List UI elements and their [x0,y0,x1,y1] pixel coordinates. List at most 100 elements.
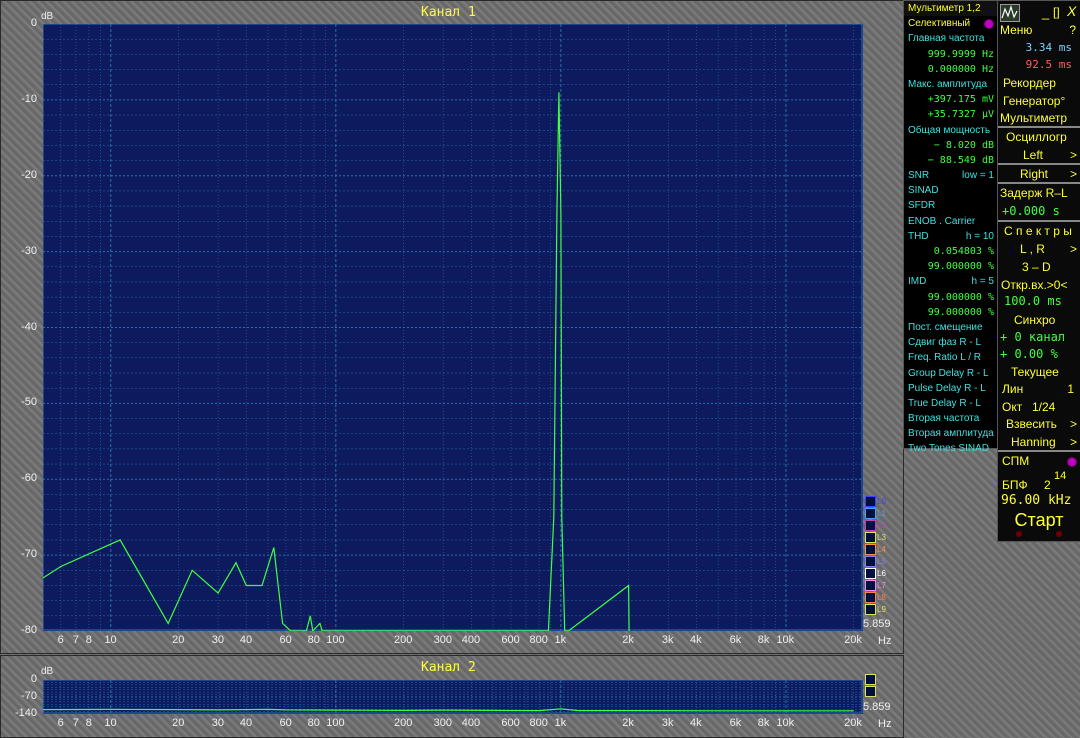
channel-1-title: Канал 1 [421,5,476,20]
channel-2-ylabel: dB [41,666,54,677]
second-freq-label[interactable]: Вторая частота [904,411,997,426]
oct-value: 1/24 [1032,400,1056,414]
max-amp-label[interactable]: Макс. амплитуда [904,77,997,92]
y-tick-label: -70 [21,548,37,561]
status-led-left-icon [1016,531,1022,537]
legend-box-l4[interactable] [865,544,876,555]
generator-button[interactable]: Генератор° [998,94,1080,108]
channel-1-ylabel: dB [41,11,54,22]
y-tick-label: 0 [30,17,37,29]
thd-row[interactable]: THD h = 10 [904,229,997,244]
fft-exponent: 14 [1054,470,1067,482]
close-button[interactable]: X [1067,3,1076,19]
sfdr-label[interactable]: SFDR [904,198,997,213]
sync-percent-value[interactable]: + 0.00 % [998,347,1080,361]
sync-button[interactable]: Синхро [998,313,1080,327]
start-label: Старт [1014,510,1064,530]
snr-label: SNR [908,170,930,182]
oscilloscope-button[interactable]: Осциллогр [998,130,1080,144]
app-logo-icon [1000,4,1020,22]
channel-1-spectrum-plot[interactable] [43,24,863,631]
x-tick-label: 10k [776,634,795,646]
x-tick-label: 800 [529,634,548,646]
x-tick-label: 80 [307,717,320,729]
x-tick-label: 20 [172,717,185,729]
legend-box-l6[interactable] [865,568,876,579]
recorder-button[interactable]: Рекордер [998,76,1080,90]
channel-1-panel: Канал 1 dB Hz 5.859 0 -10 -20 -30 -40 -50 -60 -… [0,0,904,654]
snr-row[interactable]: SNR low = 1 [904,168,997,183]
main-freq-label[interactable]: Главная частота [904,31,997,46]
x-tick-label: 200 [393,717,413,729]
two-tones-sinad-label[interactable]: Two Tones SINAD [904,441,997,456]
imd-value-2: 99.000000 % [927,306,994,318]
legend-box-l2[interactable] [865,520,876,531]
sync-channel-value[interactable]: + 0 канал [998,330,1080,344]
channel-2-corner-value: 5.859 [863,701,891,713]
x-tick-label: 30 [211,634,224,646]
freq-ratio-label[interactable]: Freq. Ratio L / R [904,350,997,365]
imd-value-1: 99.000000 % [927,291,994,303]
dc-offset-label[interactable]: Пост. смещение [904,320,997,335]
fft-base: 2 [1044,478,1051,492]
spm-led-icon [1067,457,1077,467]
sample-rate-button[interactable]: 96.00 kHz [998,493,1080,508]
true-delay-label[interactable]: True Delay R - L [904,396,997,411]
open-input-button[interactable]: Откр.вх.>0< [998,278,1080,292]
imd-row[interactable]: IMD h = 5 [904,274,997,289]
legend-label-l7: L7 [877,581,886,590]
three-d-button[interactable]: 3 – D [998,260,1080,274]
x-tick-label: 7 [72,717,79,729]
minimize-button[interactable]: _ [1042,5,1049,20]
legend-box-l5[interactable] [865,556,876,567]
delay-label[interactable]: Задерж R–L [998,186,1080,200]
total-power-label[interactable]: Общая мощность [904,123,997,138]
legend-box-l3[interactable] [865,532,876,543]
pulse-delay-label[interactable]: Pulse Delay R - L [904,381,997,396]
x-tick-label: 10k [776,717,795,729]
x-tick-label: 600 [501,634,520,646]
x-tick-label: 80 [307,634,320,646]
enob-label[interactable]: ENOB . Carrier [904,214,997,229]
selective-toggle[interactable]: Селективный [904,16,997,31]
open-input-value[interactable]: 100.0 ms [998,294,1080,308]
x-tick-label: 60 [279,634,292,646]
y-tick-label: -60 [21,472,37,485]
channel-2-legend-box-0[interactable] [865,674,876,685]
multimeter-title: Мультиметр 1,2 [908,3,981,14]
legend-box-l0[interactable] [865,496,876,507]
thd-value-1: 0.054803 % [933,246,994,257]
total-power-value-2: − 88.549 dB [927,154,994,166]
thd-label: THD [908,230,929,242]
max-amp-value-2: +35.7327 µV [927,109,994,121]
legend-box-l8[interactable] [865,592,876,603]
control-panel: _ [] X Меню ? 3.34 ms 92.5 ms Рекордер Г… [997,0,1080,542]
legend-box-l9[interactable] [865,604,876,615]
channel-2-xunit: Hz [878,718,892,730]
right-arrow-icon: > [1069,167,1077,181]
left-label: Left [1023,148,1044,162]
phase-shift-label[interactable]: Сдвиг фаз R - L [904,335,997,350]
group-delay-label[interactable]: Group Delay R - L [904,366,997,381]
legend-box-l7[interactable] [865,580,876,591]
time-value-1: 3.34 ms [1025,41,1072,54]
x-tick-label: 6k [729,634,742,646]
restore-button[interactable]: [] [1053,5,1060,19]
second-amp-label[interactable]: Вторая амплитуда [904,426,997,441]
multimeter-button[interactable]: Мультиметр [998,111,1080,125]
delay-value[interactable]: +0.000 s [998,204,1080,218]
y-tick-label: -20 [21,168,37,181]
help-button[interactable]: ? [1069,23,1076,37]
current-button[interactable]: Текущее [998,365,1080,379]
legend-box-l1[interactable] [865,508,876,519]
snr-low: low = 1 [962,170,994,182]
menu-label: Меню [1000,23,1033,37]
legend-label-l8: L8 [877,593,886,602]
x-tick-label: 3k [661,717,674,729]
x-tick-label: 300 [433,634,452,646]
channel-2-legend-box-1[interactable] [865,686,876,697]
start-button[interactable]: Старт [998,510,1080,531]
sinad-label[interactable]: SINAD [904,183,997,198]
channel-2-spectrum-plot[interactable] [43,680,863,714]
x-tick-label: 6k [729,717,742,729]
